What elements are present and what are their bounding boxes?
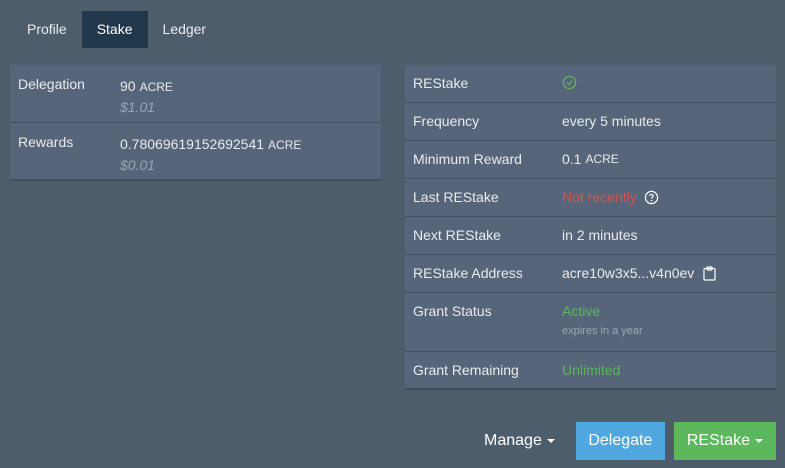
last-restake-row: Last REStake Not recently [405, 179, 776, 217]
restake-details-table: REStake Frequency every 5 minutes Minimu… [405, 65, 776, 390]
restake-button-label: REStake [686, 432, 750, 449]
tab-profile[interactable]: Profile [12, 11, 82, 48]
rewards-amount: 0.78069619152692541 [120, 136, 265, 152]
delegation-value: 90 ACRE $1.01 [120, 65, 173, 122]
rewards-value: 0.78069619152692541 ACRE $0.01 [120, 123, 301, 179]
frequency-label: Frequency [413, 113, 480, 129]
delegation-row: Delegation 90 ACRE $1.01 [10, 65, 381, 123]
grant-remaining-row: Grant Remaining Unlimited [405, 352, 776, 390]
next-restake-value: in 2 minutes [562, 227, 638, 243]
minimum-reward-unit: ACRE [585, 152, 619, 166]
delegation-label: Delegation [18, 76, 85, 92]
delegation-unit: ACRE [139, 80, 173, 94]
frequency-row: Frequency every 5 minutes [405, 103, 776, 141]
manage-dropdown[interactable]: Manage [484, 432, 555, 450]
restake-button[interactable]: REStake [673, 422, 776, 460]
delegation-usd: $1.01 [120, 99, 156, 115]
delegation-amount: 90 [120, 78, 136, 94]
rewards-label: Rewards [18, 134, 74, 150]
delegate-button[interactable]: Delegate [575, 422, 665, 460]
tab-stake[interactable]: Stake [81, 11, 148, 48]
minimum-reward-row: Minimum Reward 0.1 ACRE [405, 141, 776, 179]
caret-down-icon [755, 439, 763, 443]
rewards-usd: $0.01 [120, 157, 156, 173]
rewards-row: Rewards 0.78069619152692541 ACRE $0.01 [10, 123, 381, 181]
action-bar: Manage Delegate REStake [484, 422, 776, 460]
grant-status-value: Active [562, 303, 601, 319]
next-restake-row: Next REStake in 2 minutes [405, 217, 776, 255]
tab-bar: Profile Stake Ledger [12, 11, 221, 48]
grant-remaining-value: Unlimited [562, 362, 621, 378]
delegate-label: Delegate [588, 432, 653, 449]
next-restake-label: Next REStake [413, 227, 501, 243]
minimum-reward-amount: 0.1 [562, 151, 582, 167]
grant-remaining-label: Grant Remaining [413, 362, 519, 378]
restake-row: REStake [405, 65, 776, 103]
caret-down-icon [546, 439, 555, 443]
check-circle-icon [562, 75, 577, 90]
last-restake-value: Not recently [562, 189, 637, 205]
restake-label: REStake [413, 75, 469, 91]
rewards-unit: ACRE [268, 138, 302, 152]
grant-expiry: expires in a year [562, 325, 643, 337]
grant-status-row: Grant Status Active expires in a year [405, 293, 776, 352]
restake-address-value: acre10w3x5...v4n0ev [562, 265, 695, 281]
grant-status-label: Grant Status [413, 303, 492, 319]
clipboard-icon[interactable] [703, 265, 716, 281]
delegation-summary-table: Delegation 90 ACRE $1.01 Rewards 0.780696… [10, 65, 381, 181]
minimum-reward-label: Minimum Reward [413, 151, 522, 167]
last-restake-label: Last REStake [413, 189, 499, 205]
question-circle-icon[interactable] [644, 190, 659, 205]
restake-address-row: REStake Address acre10w3x5...v4n0ev [405, 255, 776, 293]
tab-ledger[interactable]: Ledger [148, 11, 222, 48]
manage-label: Manage [484, 432, 542, 449]
restake-address-label: REStake Address [413, 265, 523, 281]
frequency-value: every 5 minutes [562, 113, 661, 129]
